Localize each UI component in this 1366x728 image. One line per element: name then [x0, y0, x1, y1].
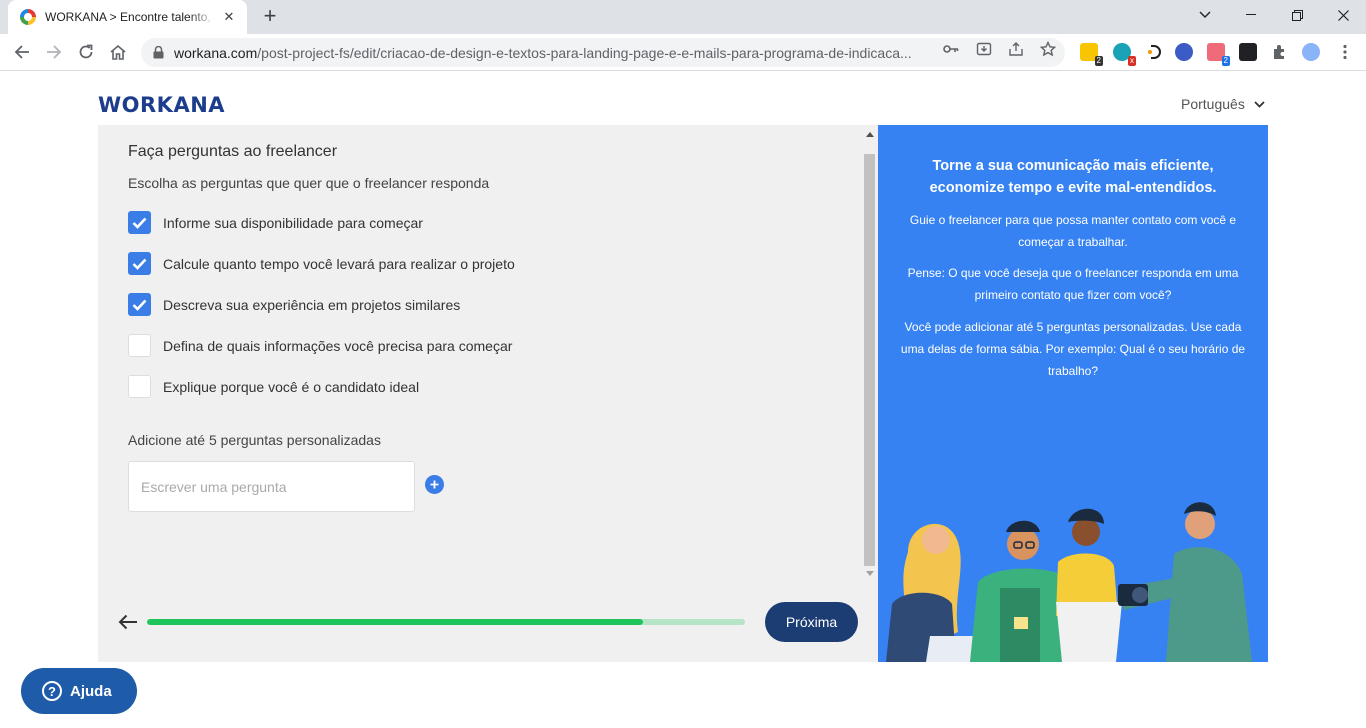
checkbox-checked[interactable] — [128, 293, 151, 316]
question-option[interactable]: Calcule quanto tempo você levará para re… — [128, 252, 515, 275]
pink-extension-icon[interactable]: 2 — [1207, 43, 1230, 66]
question-option[interactable]: Descreva sua experiência em projetos sim… — [128, 293, 460, 316]
scroll-up-icon[interactable] — [863, 129, 877, 139]
page-subtitle: Escolha as perguntas que quer que o free… — [128, 175, 490, 191]
add-question-button[interactable] — [425, 475, 444, 494]
checkbox-unchecked[interactable] — [128, 375, 151, 398]
back-arrow-icon[interactable] — [116, 611, 140, 633]
progress-fill — [147, 619, 644, 625]
checkbox-unchecked[interactable] — [128, 334, 151, 357]
language-label: Português — [1181, 96, 1245, 112]
scroll-thumb[interactable] — [864, 154, 875, 566]
check-icon — [132, 299, 147, 311]
info-paragraph-2: Pense: O que você deseja que o freelance… — [907, 266, 1239, 302]
help-button[interactable]: ? Ajuda — [21, 668, 137, 714]
next-button[interactable]: Próxima — [765, 602, 858, 642]
question-option[interactable]: Defina de quais informações você precisa… — [128, 334, 512, 357]
teal-extension-icon[interactable]: x — [1113, 43, 1136, 66]
install-icon[interactable] — [976, 41, 992, 57]
custom-question-input[interactable] — [128, 461, 415, 512]
info-panel: Torne a sua comunicação mais eficiente, … — [878, 125, 1268, 662]
progress-bar — [147, 619, 745, 625]
minimize-icon[interactable] — [1228, 0, 1274, 30]
question-label: Explique porque você é o candidato ideal — [163, 378, 420, 395]
check-icon — [132, 258, 147, 270]
address-bar[interactable]: workana.com/post-project-fs/edit/criacao… — [141, 38, 1065, 67]
close-window-icon[interactable] — [1320, 0, 1366, 30]
key-icon[interactable] — [943, 41, 959, 57]
profile-avatar[interactable] — [1302, 43, 1320, 61]
back-icon[interactable] — [10, 40, 34, 64]
d-extension-icon[interactable] — [1146, 43, 1164, 61]
chevron-down-icon — [1254, 100, 1265, 108]
tab-search-icon[interactable] — [1182, 0, 1228, 30]
workana-logo[interactable]: WORKANA — [98, 93, 225, 117]
home-icon[interactable] — [106, 40, 130, 64]
dark-extension-icon[interactable] — [1239, 43, 1257, 61]
checkbox-checked[interactable] — [128, 252, 151, 275]
checkbox-checked[interactable] — [128, 211, 151, 234]
restore-icon[interactable] — [1274, 0, 1320, 30]
custom-questions-title: Adicione até 5 perguntas personalizadas — [128, 432, 381, 448]
plus-icon — [430, 480, 439, 489]
question-label: Descreva sua experiência em projetos sim… — [163, 296, 461, 313]
question-option[interactable]: Informe sua disponibilidade para começar — [128, 211, 423, 234]
notes-extension-icon[interactable]: 2 — [1080, 43, 1103, 66]
question-label: Defina de quais informações você precisa… — [163, 337, 513, 354]
info-heading: Torne a sua comunicação mais eficiente, … — [929, 158, 1217, 196]
eyes-extension-icon[interactable] — [1175, 43, 1193, 61]
help-label: Ajuda — [70, 682, 112, 700]
forward-icon[interactable] — [42, 40, 66, 64]
help-question-icon: ? — [42, 681, 62, 701]
lock-icon[interactable] — [151, 45, 165, 61]
question-label: Calcule quanto tempo você levará para re… — [163, 255, 515, 272]
tab-close-icon[interactable]: ✕ — [221, 9, 237, 25]
question-label: Informe sua disponibilidade para começar — [163, 214, 423, 231]
share-icon[interactable] — [1008, 41, 1024, 57]
bookmark-star-icon[interactable] — [1040, 41, 1056, 57]
info-paragraph-1: Guie o freelancer para que possa manter … — [909, 213, 1237, 249]
tab-title: WORKANA > Encontre talento, e — [45, 10, 215, 24]
url-text: workana.com/post-project-fs/edit/criacao… — [174, 44, 912, 61]
question-option[interactable]: Explique porque você é o candidato ideal — [128, 375, 419, 398]
tab-strip: WORKANA > Encontre talento, e ✕ + — [0, 0, 1366, 34]
freelancers-illustration — [886, 502, 1252, 662]
info-paragraph-3: Você pode adicionar até 5 perguntas pers… — [900, 320, 1246, 378]
page-title: Faça perguntas ao freelancer — [128, 143, 338, 160]
scroll-down-icon[interactable] — [863, 568, 877, 578]
puzzle-extensions-icon[interactable] — [1271, 43, 1289, 61]
language-selector[interactable]: Português — [1181, 96, 1265, 112]
new-tab-button[interactable]: + — [258, 4, 282, 28]
menu-kebab-icon[interactable] — [1336, 43, 1354, 61]
browser-tab[interactable]: WORKANA > Encontre talento, e ✕ — [8, 0, 247, 34]
reload-icon[interactable] — [74, 40, 98, 64]
browser-toolbar: workana.com/post-project-fs/edit/criacao… — [0, 34, 1366, 71]
check-icon — [132, 217, 147, 229]
workana-favicon-icon — [20, 9, 36, 25]
